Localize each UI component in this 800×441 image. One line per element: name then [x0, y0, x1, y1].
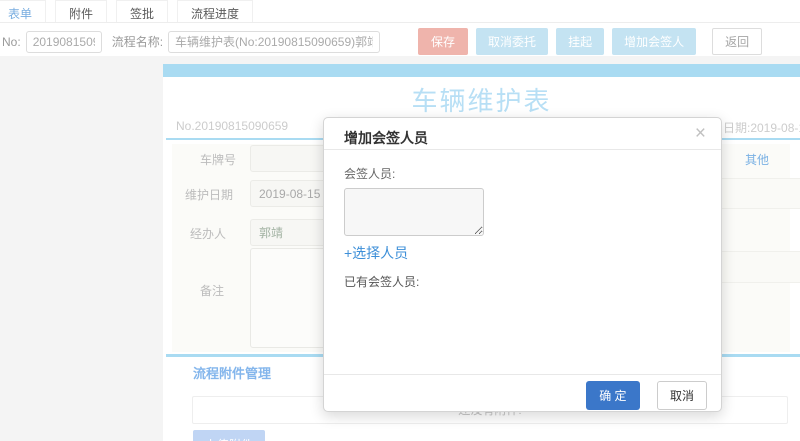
process-name-label: 流程名称: — [111, 35, 164, 49]
tab-form[interactable]: 表单 — [0, 0, 47, 22]
cancel-button[interactable]: 取消 — [656, 381, 707, 410]
modal-title: 增加会签人员 — [344, 130, 428, 146]
close-icon[interactable]: × — [695, 123, 706, 145]
process-name-input[interactable] — [168, 30, 381, 53]
countersign-person-label: 会签人员: — [344, 167, 396, 181]
other-option-link[interactable]: 其他 — [745, 151, 769, 168]
no-input[interactable] — [25, 30, 102, 53]
tab-bar: 表单 附件 签批 流程进度 — [0, 0, 800, 23]
form-no-text: No.20190815090659 — [176, 119, 289, 133]
form-title: 车辆维护表 — [411, 86, 552, 116]
attachment-section-title: 流程附件管理 — [193, 366, 272, 381]
add-countersign-button[interactable]: 增加会签人 — [612, 28, 697, 55]
tab-process-progress[interactable]: 流程进度 — [177, 0, 254, 22]
no-label: No: — [2, 34, 21, 49]
plate-label: 车牌号 — [200, 153, 237, 167]
suspend-button[interactable]: 挂起 — [556, 28, 605, 55]
maintain-date-label: 维护日期 — [185, 188, 234, 202]
tab-approval[interactable]: 签批 — [116, 0, 169, 22]
form-date-text: 日期:2019-08-15 — [723, 121, 800, 135]
select-person-link[interactable]: +选择人员 — [344, 243, 408, 263]
modal-header: 增加会签人员 × — [324, 118, 721, 150]
existing-countersign-label: 已有会签人员: — [344, 275, 420, 289]
countersign-person-textarea[interactable] — [344, 188, 484, 236]
upload-attachment-button[interactable]: 上传附件 — [193, 430, 266, 441]
modal-footer: 确 定 取消 — [324, 374, 721, 411]
toolbar: No: 流程名称: 保存 取消委托 挂起 增加会签人 返回 — [0, 23, 800, 55]
panel-top-accent-bar — [163, 64, 800, 77]
top-bar: 表单 附件 签批 流程进度 No: 流程名称: 保存 取消委托 挂起 增加会签人… — [0, 0, 800, 56]
add-countersign-modal: 增加会签人员 × 会签人员: +选择人员 已有会签人员: 确 定 取消 — [323, 117, 722, 412]
back-button[interactable]: 返回 — [712, 28, 763, 55]
tab-attachment[interactable]: 附件 — [55, 0, 108, 22]
handler-label: 经办人 — [190, 227, 227, 241]
save-button[interactable]: 保存 — [418, 28, 469, 55]
modal-body: 会签人员: +选择人员 已有会签人员: — [324, 150, 721, 290]
confirm-button[interactable]: 确 定 — [586, 381, 640, 410]
cancel-delegate-button[interactable]: 取消委托 — [476, 28, 549, 55]
remark-label: 备注 — [200, 284, 225, 298]
